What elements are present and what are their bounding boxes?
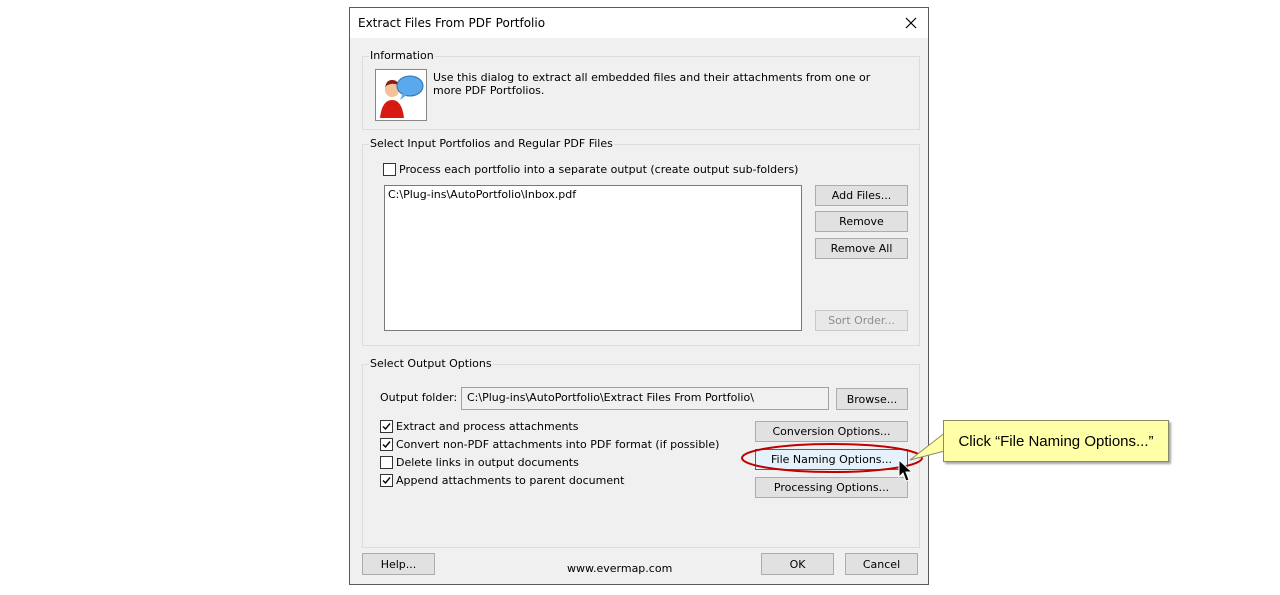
input-files-list[interactable]: C:\Plug-ins\AutoPortfolio\Inbox.pdf <box>384 185 802 331</box>
output-folder-field[interactable]: C:\Plug-ins\AutoPortfolio\Extract Files … <box>461 387 829 410</box>
instruction-callout: Click “File Naming Options...” <box>943 420 1169 462</box>
delete-links-label: Delete links in output documents <box>396 456 579 469</box>
title-bar: Extract Files From PDF Portfolio <box>350 8 928 38</box>
cancel-button[interactable]: Cancel <box>845 553 918 575</box>
extract-files-dialog: Extract Files From PDF Portfolio Informa… <box>349 7 929 585</box>
callout-text: Click “File Naming Options...” <box>958 432 1154 450</box>
conversion-options-button[interactable]: Conversion Options... <box>755 421 908 442</box>
website-link[interactable]: www.evermap.com <box>567 562 672 575</box>
delete-links-checkbox[interactable]: Delete links in output documents <box>380 456 579 469</box>
append-attachments-label: Append attachments to parent document <box>396 474 625 487</box>
browse-button[interactable]: Browse... <box>836 388 908 410</box>
help-button[interactable]: Help... <box>362 553 435 575</box>
separate-output-checkbox[interactable]: Process each portfolio into a separate o… <box>383 163 798 176</box>
checkmark-icon <box>382 441 391 449</box>
list-item[interactable]: C:\Plug-ins\AutoPortfolio\Inbox.pdf <box>385 186 801 203</box>
extract-attachments-checkbox[interactable]: Extract and process attachments <box>380 420 578 433</box>
append-attachments-checkbox[interactable]: Append attachments to parent document <box>380 474 624 487</box>
input-files-group-label: Select Input Portfolios and Regular PDF … <box>369 137 614 150</box>
convert-to-pdf-label: Convert non-PDF attachments into PDF for… <box>396 438 720 451</box>
checkmark-icon <box>382 477 391 485</box>
sort-order-button[interactable]: Sort Order... <box>815 310 908 331</box>
checkbox-box[interactable] <box>383 163 396 176</box>
output-options-group-label: Select Output Options <box>369 357 493 370</box>
separate-output-label: Process each portfolio into a separate o… <box>399 163 799 176</box>
add-files-button[interactable]: Add Files... <box>815 185 908 206</box>
input-files-group: Select Input Portfolios and Regular PDF … <box>362 137 920 346</box>
user-help-icon <box>375 69 427 121</box>
checkbox-box[interactable] <box>380 420 393 433</box>
extract-attachments-label: Extract and process attachments <box>396 420 579 433</box>
output-options-group: Select Output Options Output folder: C:\… <box>362 357 920 548</box>
checkbox-box[interactable] <box>380 456 393 469</box>
close-button[interactable] <box>900 12 922 34</box>
information-group: Information Use this dialog to extract a… <box>362 49 920 130</box>
checkmark-icon <box>382 423 391 431</box>
remove-button[interactable]: Remove <box>815 211 908 232</box>
close-icon <box>905 17 917 29</box>
window-title: Extract Files From PDF Portfolio <box>358 16 546 30</box>
convert-to-pdf-checkbox[interactable]: Convert non-PDF attachments into PDF for… <box>380 438 719 451</box>
remove-all-button[interactable]: Remove All <box>815 238 908 259</box>
processing-options-button[interactable]: Processing Options... <box>755 477 908 498</box>
file-naming-options-button[interactable]: File Naming Options... <box>755 449 908 470</box>
checkbox-box[interactable] <box>380 438 393 451</box>
information-text: Use this dialog to extract all embedded … <box>433 71 871 97</box>
information-group-label: Information <box>369 49 435 62</box>
output-folder-label: Output folder: <box>380 391 458 404</box>
checkbox-box[interactable] <box>380 474 393 487</box>
ok-button[interactable]: OK <box>761 553 834 575</box>
